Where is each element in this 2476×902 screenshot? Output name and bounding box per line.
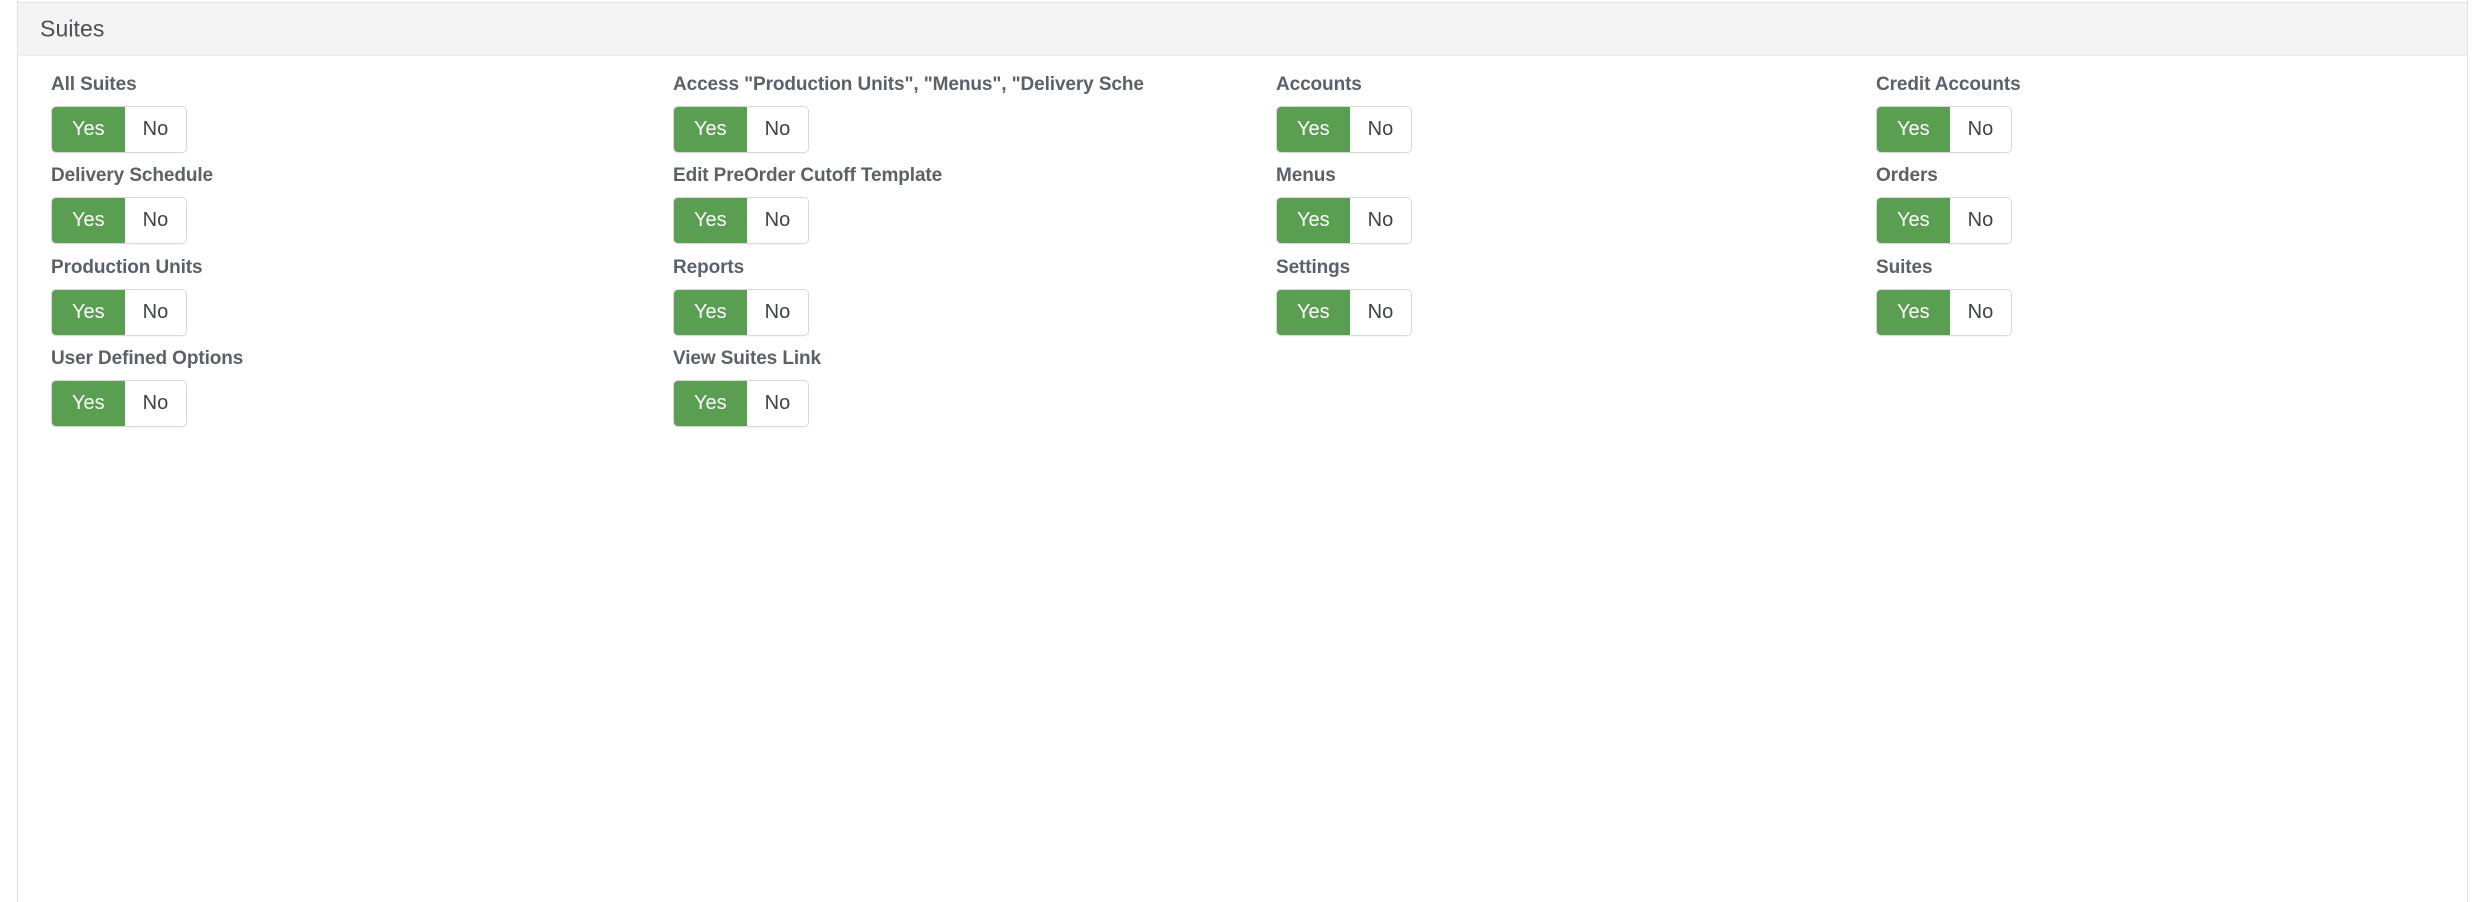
permission-label: Access "Production Units", "Menus", "Del… — [673, 74, 1144, 95]
yes-no-toggle-group[interactable]: Yes No — [51, 289, 188, 336]
toggle-yes-button[interactable]: Yes — [52, 107, 125, 152]
toggle-no-button[interactable]: No — [746, 290, 809, 335]
toggle-yes-button[interactable]: Yes — [52, 381, 125, 426]
yes-no-toggle-group[interactable]: Yes No — [51, 106, 188, 153]
toggle-yes-button[interactable]: Yes — [1877, 290, 1950, 335]
toggle-yes-button[interactable]: Yes — [52, 290, 125, 335]
yes-no-toggle-group[interactable]: Yes No — [1276, 197, 1413, 244]
yes-no-toggle-group[interactable]: Yes No — [51, 380, 188, 427]
toggle-no-button[interactable]: No — [1949, 290, 2012, 335]
permission-label: Orders — [1876, 165, 1938, 186]
permission-item: Delivery Schedule Yes No — [51, 165, 213, 244]
toggle-no-button[interactable]: No — [124, 381, 187, 426]
yes-no-toggle-group[interactable]: Yes No — [673, 289, 810, 336]
toggle-yes-button[interactable]: Yes — [674, 290, 747, 335]
yes-no-toggle-group[interactable]: Yes No — [51, 197, 188, 244]
yes-no-toggle-group[interactable]: Yes No — [1876, 106, 2013, 153]
permission-item: Production Units Yes No — [51, 257, 203, 336]
permission-item: Suites Yes No — [1876, 257, 2013, 336]
yes-no-toggle-group[interactable]: Yes No — [1876, 197, 2013, 244]
permission-label: Edit PreOrder Cutoff Template — [673, 165, 943, 186]
toggle-no-button[interactable]: No — [1349, 107, 1412, 152]
permission-item: Accounts Yes No — [1276, 74, 1413, 153]
permission-item: Reports Yes No — [673, 257, 810, 336]
permission-label: Delivery Schedule — [51, 165, 213, 186]
suites-permissions-panel: Suites All Suites Yes No Access "Production… — [17, 0, 2468, 902]
permission-item: Access "Production Units", "Menus", "Del… — [673, 74, 1144, 153]
yes-no-toggle-group[interactable]: Yes No — [673, 197, 810, 244]
toggle-no-button[interactable]: No — [1349, 198, 1412, 243]
toggle-yes-button[interactable]: Yes — [674, 381, 747, 426]
permission-label: View Suites Link — [673, 348, 821, 369]
yes-no-toggle-group[interactable]: Yes No — [1876, 289, 2013, 336]
permission-item: Orders Yes No — [1876, 165, 2013, 244]
toggle-no-button[interactable]: No — [746, 107, 809, 152]
toggle-no-button[interactable]: No — [1949, 107, 2012, 152]
page-title: Suites — [40, 15, 105, 42]
toggle-no-button[interactable]: No — [1349, 290, 1412, 335]
toggle-no-button[interactable]: No — [124, 107, 187, 152]
permission-item: Settings Yes No — [1276, 257, 1413, 336]
panel-body: All Suites Yes No Access "Production Units"… — [18, 57, 2467, 902]
toggle-no-button[interactable]: No — [124, 290, 187, 335]
toggle-no-button[interactable]: No — [746, 198, 809, 243]
permission-label: Suites — [1876, 257, 1933, 278]
toggle-yes-button[interactable]: Yes — [674, 107, 747, 152]
panel-header: Suites — [18, 2, 2467, 56]
toggle-yes-button[interactable]: Yes — [1877, 107, 1950, 152]
toggle-yes-button[interactable]: Yes — [1277, 290, 1350, 335]
toggle-no-button[interactable]: No — [1949, 198, 2012, 243]
permissions-screen: Suites All Suites Yes No Access "Production… — [0, 0, 2476, 902]
yes-no-toggle-group[interactable]: Yes No — [1276, 289, 1413, 336]
permission-item: Edit PreOrder Cutoff Template Yes No — [673, 165, 942, 244]
permission-label: Menus — [1276, 165, 1336, 186]
toggle-no-button[interactable]: No — [124, 198, 187, 243]
toggle-yes-button[interactable]: Yes — [674, 198, 747, 243]
toggle-yes-button[interactable]: Yes — [1277, 107, 1350, 152]
yes-no-toggle-group[interactable]: Yes No — [1276, 106, 1413, 153]
permission-label: Settings — [1276, 257, 1351, 278]
permission-label: Production Units — [51, 257, 203, 278]
permission-item: User Defined Options Yes No — [51, 348, 243, 427]
permission-item: View Suites Link Yes No — [673, 348, 821, 427]
permission-label: User Defined Options — [51, 348, 244, 369]
toggle-yes-button[interactable]: Yes — [1277, 198, 1350, 243]
yes-no-toggle-group[interactable]: Yes No — [673, 380, 810, 427]
permission-item: Credit Accounts Yes No — [1876, 74, 2021, 153]
permission-item: All Suites Yes No — [51, 74, 188, 153]
toggle-yes-button[interactable]: Yes — [52, 198, 125, 243]
toggle-no-button[interactable]: No — [746, 381, 809, 426]
permission-label: Credit Accounts — [1876, 74, 2021, 95]
permission-item: Menus Yes No — [1276, 165, 1413, 244]
yes-no-toggle-group[interactable]: Yes No — [673, 106, 810, 153]
permission-label: Accounts — [1276, 74, 1362, 95]
permission-label: All Suites — [51, 74, 137, 95]
permission-label: Reports — [673, 257, 745, 278]
toggle-yes-button[interactable]: Yes — [1877, 198, 1950, 243]
